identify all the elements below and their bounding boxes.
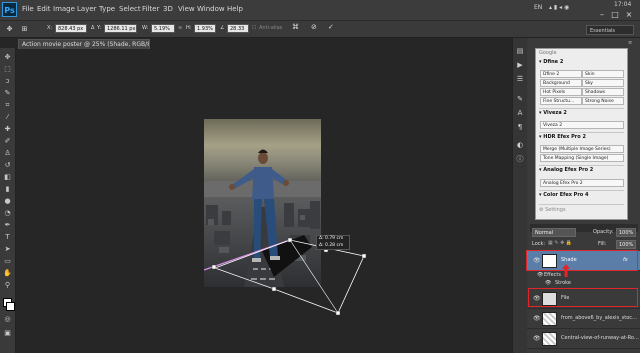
separator — [539, 132, 624, 133]
adjustments-panel-icon[interactable]: ◐ — [515, 140, 525, 150]
fine-structure-button[interactable]: Fine Structu... — [540, 97, 582, 105]
transform-handle[interactable] — [271, 286, 277, 292]
color-efex-section-title: Color Efex Pro 4 — [543, 192, 589, 198]
visibility-eye-icon[interactable]: 👁 — [533, 315, 541, 322]
opacity-label: Opacity: — [593, 229, 614, 235]
dfine-section-header[interactable]: ▾ Dfine 2 — [539, 59, 563, 65]
analog-section-header[interactable]: ▾ Analog Efex Pro 2 — [539, 167, 593, 173]
layer-name[interactable]: Central-view-of-runway-at-Ro... — [561, 335, 639, 341]
viveza-section-header[interactable]: ▾ Viveza 2 — [539, 110, 567, 116]
effects-eye-icon[interactable]: 👁 — [537, 272, 543, 278]
separator — [539, 165, 624, 166]
history-panel-icon[interactable]: ▤ — [515, 46, 525, 56]
transform-handle[interactable] — [361, 253, 367, 259]
nik-collection-panel: Google ▾ Dfine 2 Dfine 2 Skin Background… — [535, 48, 628, 220]
layer-thumbnail — [542, 312, 557, 326]
strong-noise-button[interactable]: Strong Noise — [582, 97, 624, 105]
hdr-section-title: HDR Efex Pro 2 — [543, 134, 586, 140]
transform-handle[interactable] — [335, 310, 341, 316]
background-button[interactable]: Background — [540, 79, 582, 87]
fill-label: Fill: — [598, 241, 607, 247]
highlight-file-layer — [528, 288, 638, 307]
nik-brand: Google — [539, 50, 557, 56]
transform-outline — [213, 239, 365, 314]
red-arrow-icon — [562, 264, 570, 277]
highlight-shade-layer — [526, 250, 638, 271]
stroke-eye-icon[interactable]: 👁 — [545, 280, 551, 286]
transform-readout-tooltip: Δ: 0.79 cm Δ: 0.28 cm — [316, 235, 350, 250]
settings-label: Settings — [545, 207, 566, 213]
opacity-input[interactable]: 100% — [616, 228, 636, 237]
separator — [539, 204, 624, 205]
layer-row-central-view[interactable]: 👁 Central-view-of-runway-at-Ro... — [527, 329, 640, 349]
skin-button[interactable]: Skin — [582, 70, 624, 78]
settings-link[interactable]: ⚙ Settings — [539, 207, 566, 213]
dfine2-button[interactable]: Dfine 2 — [540, 70, 582, 78]
viveza2-button[interactable]: Viveza 2 — [540, 121, 624, 129]
dfine-section-title: Dfine 2 — [543, 59, 564, 65]
viveza-section-title: Viveza 2 — [543, 110, 567, 116]
lock-icons[interactable]: ▦ ✎ ✥ 🔒 — [548, 240, 572, 246]
analog-efex-button[interactable]: Analog Efex Pro 2 — [540, 179, 624, 187]
panel-icon-strip: ▤ ▶ ☰ ✎ A ¶ ◐ ⓘ — [512, 38, 527, 353]
merge-button[interactable]: Merge (Multiple Image Series) — [540, 145, 624, 153]
actions-panel-icon[interactable]: ▶ — [515, 60, 525, 70]
properties-panel-icon[interactable]: ☰ — [515, 74, 525, 84]
layer-effects-list: 👁 Effects 👁 Stroke — [527, 271, 640, 289]
readout-line-2: Δ: 0.28 cm — [319, 242, 344, 248]
visibility-eye-icon[interactable]: 👁 — [533, 335, 541, 342]
hdr-section-header[interactable]: ▾ HDR Efex Pro 2 — [539, 134, 586, 140]
tone-mapping-button[interactable]: Tone Mapping (Single Image) — [540, 154, 624, 162]
paragraph-panel-icon[interactable]: ¶ — [515, 122, 525, 132]
sky-button[interactable]: Sky — [582, 79, 624, 87]
shadows-button[interactable]: Shadows — [582, 88, 624, 96]
hot-pixels-button[interactable]: Hot Pixels — [540, 88, 582, 96]
brush-panel-icon[interactable]: ✎ — [515, 94, 525, 104]
layer-thumbnail — [542, 332, 557, 346]
blend-mode-select[interactable]: Normal — [532, 228, 576, 237]
stroke-label: Stroke — [555, 280, 571, 286]
character-panel-icon[interactable]: A — [515, 108, 525, 118]
fill-input[interactable]: 100% — [616, 240, 636, 249]
color-efex-section-header[interactable]: ▾ Color Efex Pro 4 — [539, 192, 588, 198]
layer-name[interactable]: from_above6_by_alexis_stoc... — [561, 315, 637, 321]
transform-handle[interactable] — [211, 264, 217, 270]
layer-row-from-above[interactable]: 👁 from_above6_by_alexis_stoc... — [527, 309, 640, 329]
effects-label: Effects — [544, 272, 561, 278]
panel-menu-icon[interactable]: ≡ — [628, 40, 632, 46]
separator — [539, 190, 624, 191]
info-panel-icon[interactable]: ⓘ — [515, 154, 525, 164]
separator — [539, 108, 624, 109]
transform-diagonal — [289, 239, 339, 314]
lock-label: Lock: — [532, 241, 546, 247]
transform-handle[interactable] — [287, 237, 293, 243]
analog-section-title: Analog Efex Pro 2 — [543, 167, 594, 173]
